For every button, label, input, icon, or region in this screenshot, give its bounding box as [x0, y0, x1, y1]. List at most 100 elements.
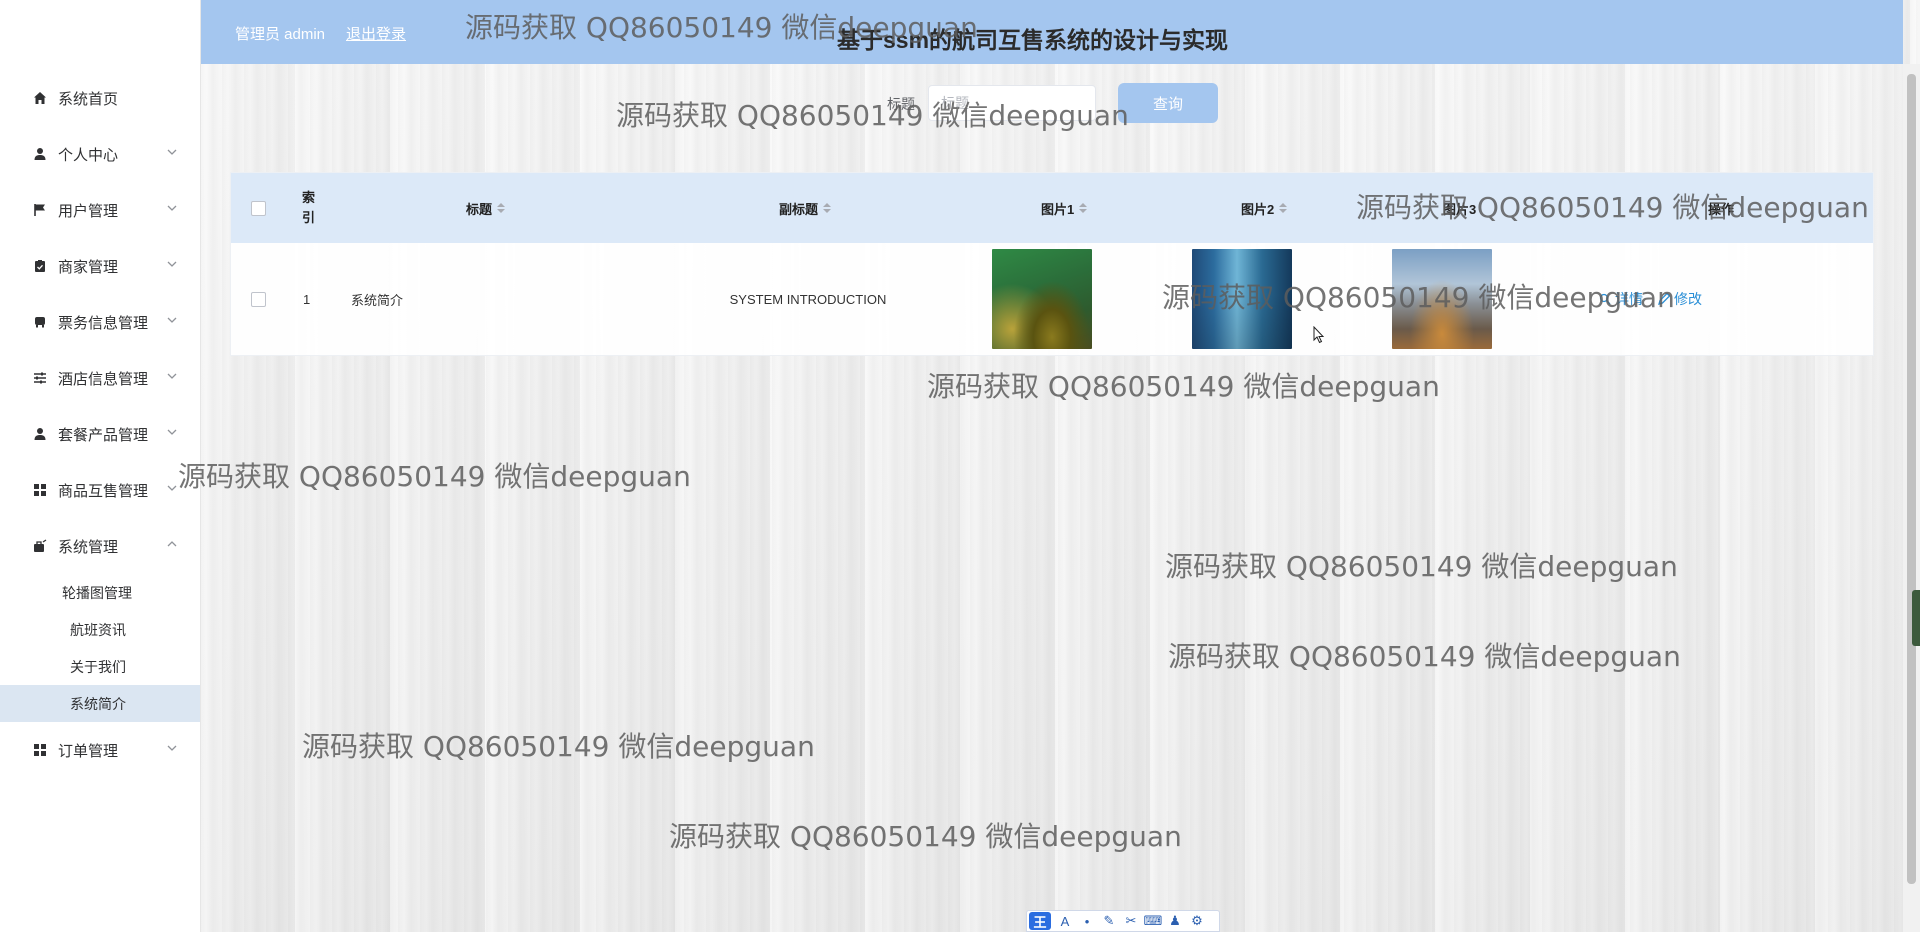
column-header-subtitle[interactable]: 副标题 — [779, 173, 832, 243]
chevron-down-icon — [167, 485, 177, 491]
column-header-label: 操作 — [1708, 201, 1735, 217]
column-header-label: 图片3 — [1443, 201, 1477, 217]
column-header-label: 图片2 — [1241, 201, 1275, 217]
admin-label: 管理员 admin — [235, 26, 326, 43]
sidebar-item-package-management[interactable]: 套餐产品管理 — [0, 406, 200, 462]
ime-punctuation-icon[interactable]: • — [1079, 913, 1095, 929]
sidebar: 系统首页 个人中心 用户管理 商家管理 票务信息管理 酒店信息管理 套餐产品管理… — [0, 0, 201, 932]
logout-link[interactable]: 退出登录 — [346, 23, 406, 44]
column-header-image2[interactable]: 图片2 — [1241, 173, 1288, 243]
chevron-down-icon — [167, 745, 177, 751]
column-header-image1[interactable]: 图片1 — [1041, 173, 1088, 243]
detail-label: 详情 — [1615, 291, 1643, 307]
sidebar-item-label: 商家管理 — [58, 258, 119, 276]
column-header-label: 副标题 — [779, 201, 819, 217]
ime-settings-icon[interactable]: ⚙ — [1189, 913, 1205, 929]
chevron-down-icon — [167, 373, 177, 379]
sidebar-item-label: 商品互售管理 — [58, 482, 149, 500]
table-cell-image1 — [992, 243, 1092, 355]
sort-icon[interactable] — [1279, 203, 1288, 213]
search-input[interactable] — [928, 85, 1096, 121]
submenu-item-flight-news[interactable]: 航班资讯 — [0, 611, 200, 648]
chevron-down-icon — [167, 261, 177, 267]
column-header-index: 索引 — [302, 173, 324, 243]
ime-font-icon[interactable]: A — [1057, 913, 1073, 929]
row-select-cell — [251, 243, 266, 355]
page-title: 基于ssm的航司互售系统的设计与实现 — [837, 27, 1229, 53]
search-button[interactable]: 查询 — [1118, 83, 1218, 123]
search-label: 标题 — [887, 96, 915, 112]
edit-pencil-icon — [1658, 292, 1671, 305]
table-cell-image3 — [1392, 243, 1492, 355]
sidebar-item-personal-center[interactable]: 个人中心 — [0, 126, 200, 182]
clipboard-check-icon — [32, 258, 48, 274]
ime-keyboard-icon[interactable]: ⌨ — [1144, 913, 1163, 929]
detail-icon — [1599, 293, 1611, 305]
sidebar-item-home[interactable]: 系统首页 — [0, 70, 200, 126]
sidebar-item-label: 酒店信息管理 — [58, 370, 149, 388]
page-scrollbar[interactable] — [1903, 64, 1920, 932]
submenu-item-label: 轮播图管理 — [62, 584, 132, 601]
column-header-label: 索引 — [302, 190, 316, 225]
thumbnail-image[interactable] — [1392, 249, 1492, 349]
grid-icon — [32, 742, 48, 758]
submenu-item-about-us[interactable]: 关于我们 — [0, 648, 200, 685]
sidebar-item-system-management[interactable]: 系统管理 — [0, 518, 200, 574]
sidebar-item-label: 系统管理 — [58, 538, 119, 556]
sidebar-item-resale-management[interactable]: 商品互售管理 — [0, 462, 200, 518]
sort-icon[interactable] — [497, 203, 506, 213]
chevron-down-icon — [167, 317, 177, 323]
sidebar-item-ticket-management[interactable]: 票务信息管理 — [0, 294, 200, 350]
user-icon — [32, 146, 48, 162]
column-header-actions: 操作 — [1708, 173, 1734, 243]
home-icon — [32, 90, 48, 106]
top-header: 管理员 admin 退出登录 基于ssm的航司互售系统的设计与实现 — [201, 0, 1903, 64]
system-submenu: 轮播图管理 航班资讯 关于我们 系统简介 — [0, 574, 200, 722]
ime-toolbar: 王 A • ✎ ✂ ⌨ ♟ ⚙ — [1026, 910, 1220, 932]
row-checkbox[interactable] — [251, 291, 266, 307]
mouse-cursor-icon — [1313, 326, 1325, 344]
column-header-image3: 图片3 — [1443, 173, 1476, 243]
sidebar-item-merchant-management[interactable]: 商家管理 — [0, 238, 200, 294]
edit-button[interactable]: 修改 — [1657, 289, 1702, 309]
ime-scissors-icon[interactable]: ✂ — [1123, 913, 1139, 929]
ime-pen-icon[interactable]: ✎ — [1101, 913, 1117, 929]
chevron-down-icon — [167, 429, 177, 435]
scrollbar-thumb[interactable] — [1907, 74, 1916, 884]
chevron-down-icon — [167, 149, 177, 155]
table-cell-image2 — [1192, 243, 1292, 355]
ime-logo-icon[interactable]: 王 — [1029, 912, 1051, 930]
column-header-title[interactable]: 标题 — [466, 173, 506, 243]
sort-icon[interactable] — [823, 203, 832, 213]
table-cell-title: 系统简介 — [351, 292, 404, 308]
submenu-item-label: 关于我们 — [70, 658, 126, 675]
sidebar-item-order-management[interactable]: 订单管理 — [0, 722, 200, 778]
select-all-checkbox[interactable] — [251, 200, 266, 216]
column-header-label: 标题 — [466, 201, 493, 217]
thumbnail-image[interactable] — [992, 249, 1092, 349]
sidebar-item-hotel-management[interactable]: 酒店信息管理 — [0, 350, 200, 406]
ime-skin-icon[interactable]: ♟ — [1167, 913, 1183, 929]
person-icon — [32, 426, 48, 442]
sidebar-item-label: 套餐产品管理 — [58, 426, 149, 444]
page-background — [200, 0, 1920, 932]
table-cell-actions: 详情 修改 — [1599, 243, 1702, 355]
select-all-cell — [251, 173, 266, 243]
flag-icon — [32, 202, 48, 218]
submenu-item-label: 系统简介 — [70, 695, 126, 712]
sidebar-item-label: 用户管理 — [58, 202, 119, 220]
submenu-item-label: 航班资讯 — [70, 621, 126, 638]
sort-icon[interactable] — [1079, 203, 1088, 213]
side-drawer-tab[interactable] — [1912, 590, 1920, 646]
sidebar-item-label: 订单管理 — [58, 742, 119, 760]
submenu-item-carousel[interactable]: 轮播图管理 — [0, 574, 200, 611]
sidebar-item-user-management[interactable]: 用户管理 — [0, 182, 200, 238]
submenu-item-system-intro[interactable]: 系统简介 — [0, 685, 200, 722]
data-table: 索引 标题 副标题 图片1 图片2 图片3 操作 1 系统简介 SYSTEM I… — [230, 172, 1874, 356]
briefcase-icon — [32, 538, 48, 554]
sidebar-item-label: 票务信息管理 — [58, 314, 149, 332]
thumbnail-image[interactable] — [1192, 249, 1292, 349]
detail-button[interactable]: 详情 — [1599, 289, 1643, 309]
sidebar-item-label: 系统首页 — [58, 90, 119, 108]
table-cell-subtitle: SYSTEM INTRODUCTION — [729, 291, 887, 307]
